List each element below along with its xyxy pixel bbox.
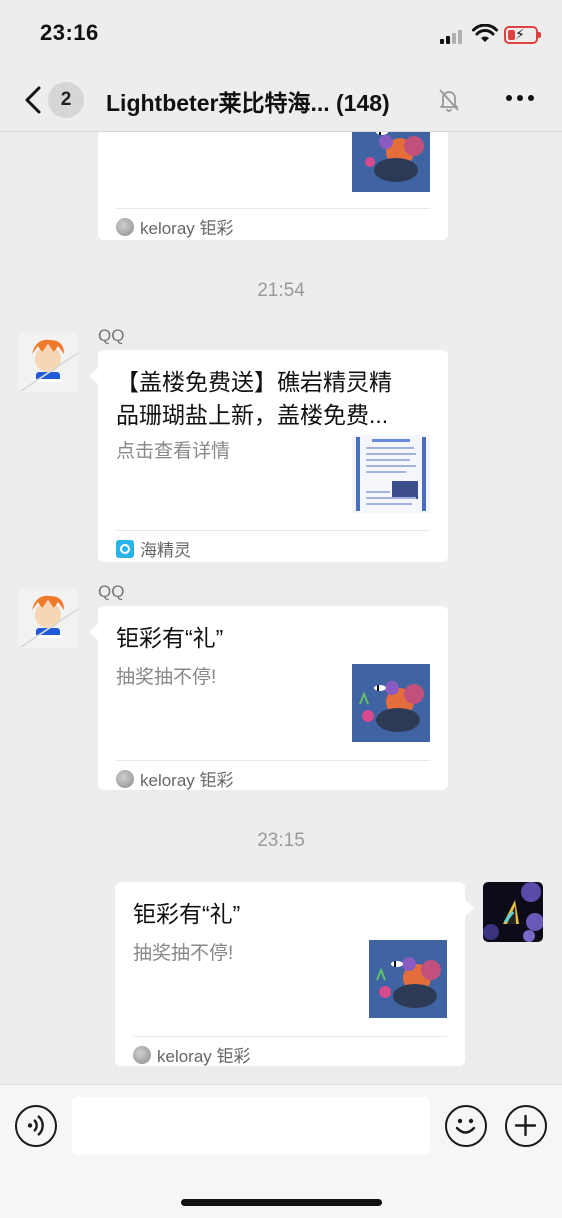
- more-icon[interactable]: [506, 95, 536, 103]
- back-chevron-icon[interactable]: [20, 84, 46, 116]
- home-indicator: [181, 1199, 382, 1206]
- unread-count-badge[interactable]: 2: [48, 82, 84, 118]
- link-card[interactable]: 钜彩有“礼” 抽奖抽不停! keloray 钜彩: [115, 882, 465, 1066]
- card-source: keloray 钜彩: [133, 1042, 251, 1067]
- card-thumbnail: [352, 664, 430, 742]
- keloray-logo-icon: [116, 217, 134, 236]
- status-bar: 23:16 ⚡: [0, 0, 562, 68]
- card-description: 抽奖抽不停!: [133, 943, 234, 964]
- avatar[interactable]: [18, 332, 78, 392]
- avatar[interactable]: [18, 588, 78, 648]
- link-card[interactable]: 钜彩有“礼” 抽奖抽不停! keloray 钜彩: [98, 606, 448, 790]
- link-card[interactable]: keloray 钜彩: [98, 132, 448, 240]
- haijingling-logo-icon: [116, 539, 134, 558]
- member-count: (148): [336, 90, 390, 116]
- card-source: keloray 钜彩: [116, 766, 234, 791]
- keloray-logo-icon: [133, 1045, 151, 1064]
- card-thumbnail: [369, 940, 447, 1018]
- message-input[interactable]: [72, 1097, 430, 1155]
- mute-bell-icon: [439, 89, 459, 112]
- card-source: keloray 钜彩: [116, 214, 234, 239]
- keloray-logo-icon: [116, 769, 134, 788]
- wifi-icon: [472, 24, 498, 42]
- link-card[interactable]: 【盖楼免费送】礁岩精灵精 品珊瑚盐上新，盖楼免费... 点击查看详情 海精灵: [98, 350, 448, 562]
- card-description: 点击查看详情: [116, 441, 231, 462]
- sender-name: QQ: [98, 582, 125, 601]
- timestamp: 21:54: [257, 280, 305, 301]
- battery-icon: ⚡: [504, 26, 541, 44]
- input-bar: [0, 1084, 562, 1218]
- card-source: 海精灵: [116, 536, 191, 561]
- emoji-icon: [455, 1118, 476, 1134]
- card-title: 钜彩有“礼”: [133, 901, 241, 927]
- plus-button[interactable]: [505, 1105, 547, 1147]
- card-title: 钜彩有“礼”: [116, 625, 224, 651]
- card-thumbnail: [352, 132, 430, 192]
- timestamp: 23:15: [257, 830, 305, 851]
- voice-button[interactable]: [15, 1105, 57, 1147]
- plus-icon: [514, 1114, 537, 1137]
- group-name: Lightbeter莱比特海...: [106, 90, 330, 116]
- emoji-button[interactable]: [445, 1105, 487, 1147]
- message-list[interactable]: keloray 钜彩 21:54 QQ 【盖楼免费送】礁岩精灵精 品珊瑚盐上新，…: [0, 132, 562, 1084]
- voice-icon: [27, 1115, 44, 1136]
- card-title: 【盖楼免费送】礁岩精灵精 品珊瑚盐上新，盖楼免费...: [116, 369, 392, 428]
- card-description: 抽奖抽不停!: [116, 667, 217, 688]
- self-avatar[interactable]: [483, 882, 543, 942]
- chat-header: 2 Lightbeter莱比特海... (148): [0, 68, 562, 132]
- card-thumbnail: [352, 435, 430, 513]
- sender-name: QQ: [98, 326, 125, 345]
- status-time: 23:16: [40, 20, 99, 45]
- chat-title: Lightbeter莱比特海... (148): [106, 84, 390, 118]
- signal-icon: [440, 28, 466, 44]
